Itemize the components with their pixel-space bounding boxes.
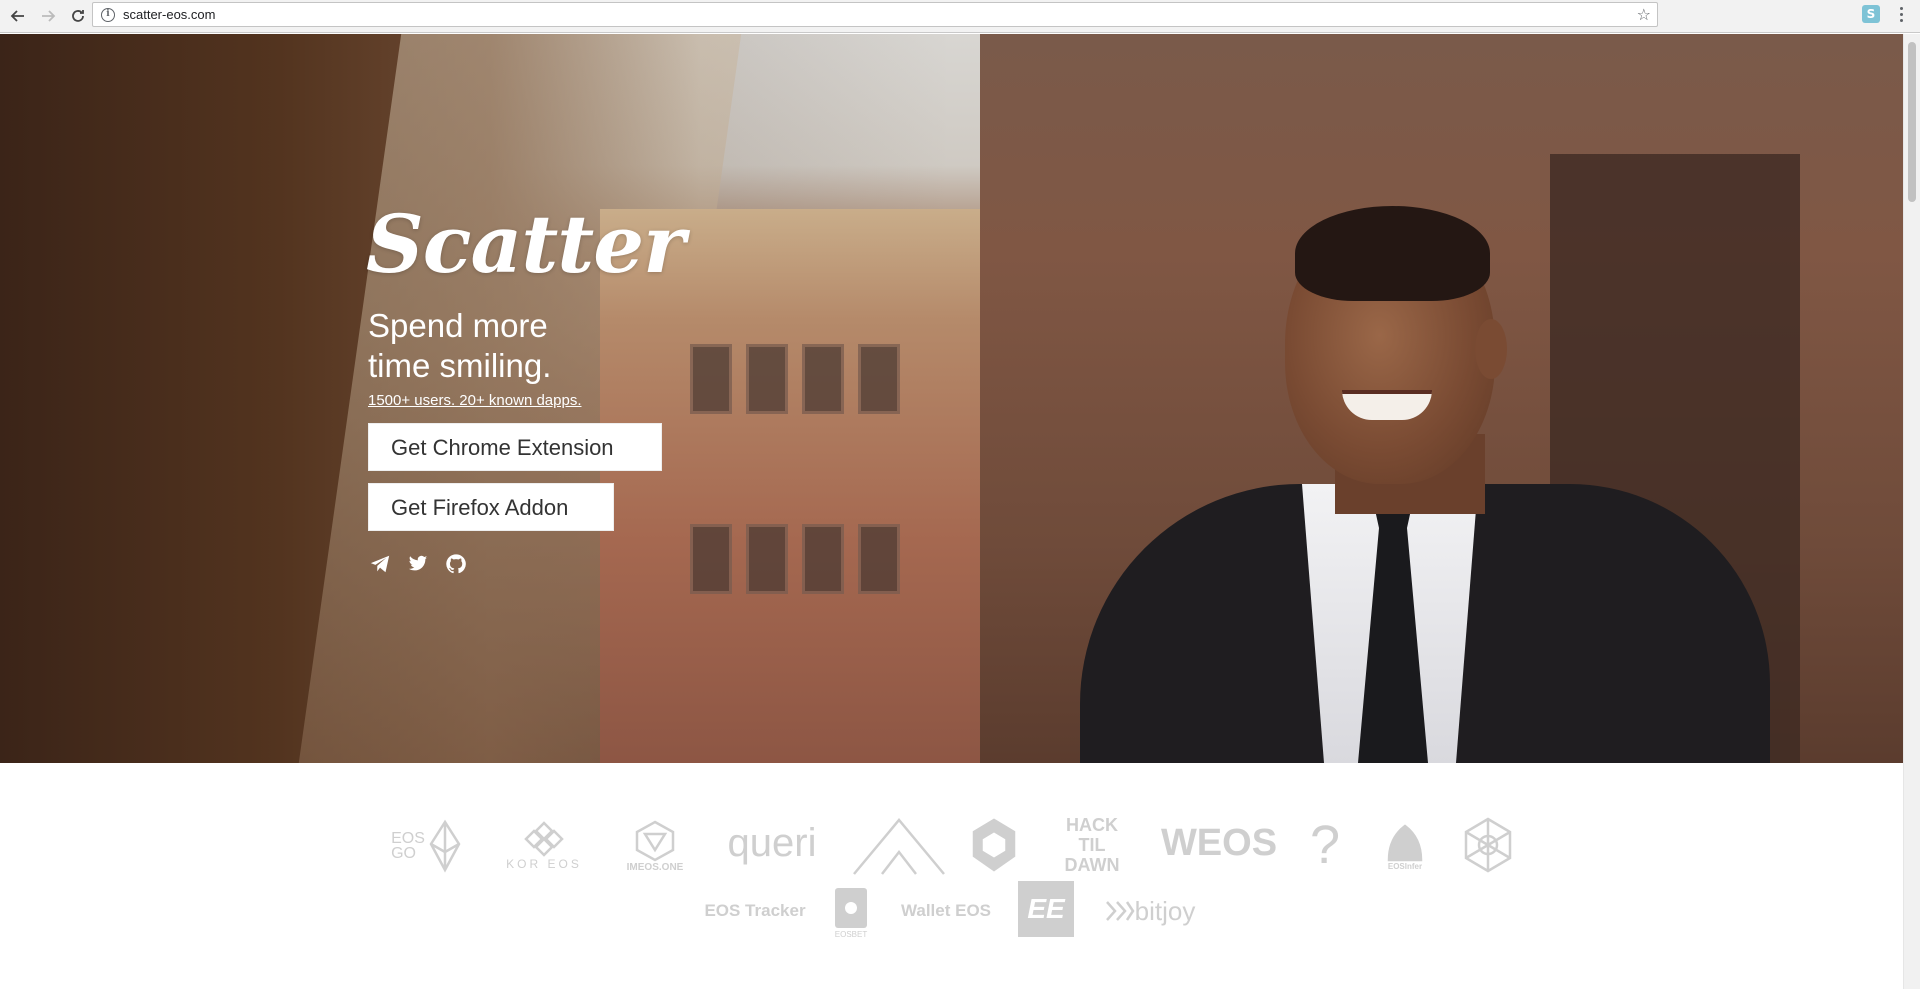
twitter-icon[interactable] xyxy=(406,552,430,576)
partner-logo-eostracker[interactable]: EOS Tracker xyxy=(700,891,810,931)
building-windows xyxy=(690,524,900,594)
extension-icon[interactable]: S xyxy=(1862,5,1880,23)
partner-logo-hacktildawn[interactable]: HACK TIL DAWN xyxy=(1052,815,1132,875)
bookmark-star-icon[interactable]: ☆ xyxy=(1637,6,1651,24)
url-text[interactable]: scatter-eos.com xyxy=(123,7,215,22)
partner-logo-queri[interactable]: queri xyxy=(720,818,824,868)
reload-button[interactable] xyxy=(66,4,90,28)
partner-logo-network[interactable] xyxy=(1460,815,1516,875)
partner-logo-eosbet[interactable]: EOSBET xyxy=(826,879,876,945)
tagline-line2: time smiling. xyxy=(368,347,552,384)
forward-button[interactable] xyxy=(36,4,60,28)
scatter-logo: Scatter xyxy=(366,197,685,291)
partner-logo-weos[interactable]: WEOS xyxy=(1161,818,1277,868)
partner-logo-question[interactable]: ? xyxy=(1300,813,1350,877)
github-icon[interactable] xyxy=(444,552,468,576)
reload-icon xyxy=(72,10,84,22)
arrow-left-icon xyxy=(10,10,24,22)
partner-logo-hex[interactable] xyxy=(968,815,1020,875)
back-button[interactable] xyxy=(6,4,30,28)
browser-menu-icon[interactable] xyxy=(1895,5,1907,23)
arrow-right-icon xyxy=(42,10,56,22)
partner-logo-mountain[interactable] xyxy=(852,813,946,879)
address-bar[interactable]: i scatter-eos.com ☆ xyxy=(92,2,1658,27)
partner-logo-eosgo[interactable]: EOS GO xyxy=(388,816,468,876)
stats-link[interactable]: 1500+ users. 20+ known dapps. xyxy=(368,392,582,409)
telegram-icon[interactable] xyxy=(368,552,392,576)
partner-logo-bitjoy[interactable]: bitjoy xyxy=(1100,889,1200,933)
get-firefox-addon-button[interactable]: Get Firefox Addon xyxy=(368,483,614,531)
hero-tagline: Spend more time smiling. xyxy=(368,306,668,386)
partner-logos-section: EOS GO KOR EOS IMEOS.ONE queri HACK TIL … xyxy=(0,763,1903,989)
building-windows xyxy=(690,344,900,414)
scrollbar-thumb[interactable] xyxy=(1908,42,1916,202)
partner-logo-koreos[interactable]: KOR EOS xyxy=(494,816,594,876)
hero-bg-building xyxy=(600,209,1000,763)
hero-section: Scatter Spend more time smiling. 1500+ u… xyxy=(0,34,1903,763)
partner-logo-eosinfer[interactable]: EOSInfer xyxy=(1378,815,1432,879)
browser-toolbar: i scatter-eos.com ☆ S xyxy=(0,0,1920,33)
get-chrome-extension-button[interactable]: Get Chrome Extension xyxy=(368,423,662,471)
tagline-line1: Spend more xyxy=(368,307,548,344)
partner-logo-walleteos[interactable]: Wallet EOS xyxy=(898,891,994,931)
partner-logo-imeos[interactable]: IMEOS.ONE xyxy=(618,813,692,879)
partner-logo-ee[interactable]: EE xyxy=(1018,881,1074,937)
hero-person-photo xyxy=(1080,184,1770,763)
info-icon[interactable]: i xyxy=(101,7,115,22)
social-links xyxy=(368,552,468,576)
page-scrollbar[interactable] xyxy=(1903,34,1920,989)
